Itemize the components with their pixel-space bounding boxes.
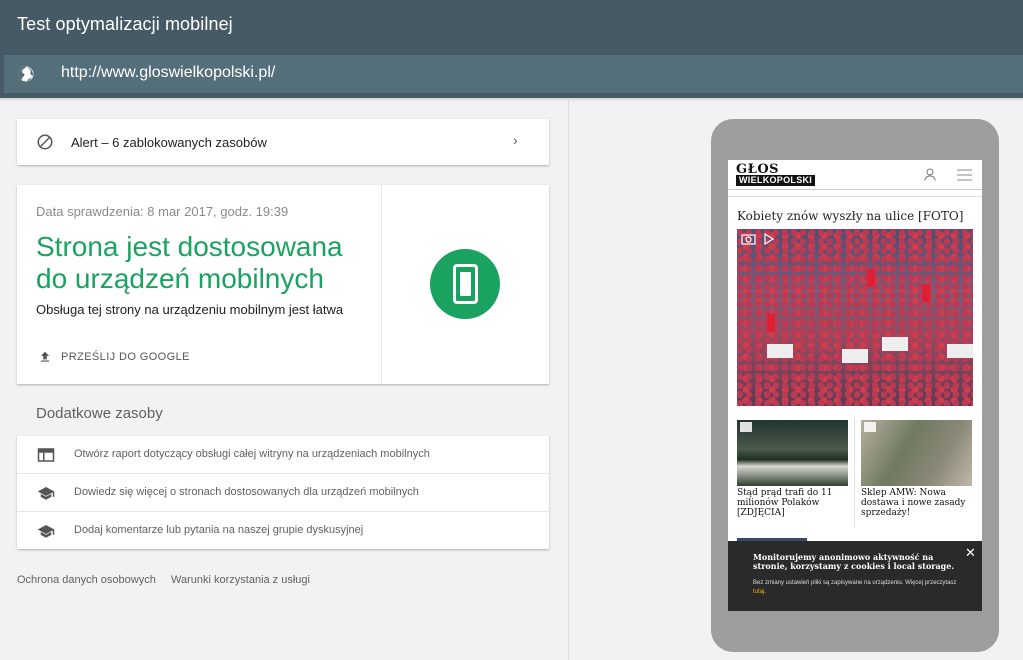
header-divider [728, 196, 982, 197]
pane-divider [568, 100, 569, 660]
app-header: Test optymalizacji mobilnej http://www.g… [0, 0, 1023, 98]
camera-icon [864, 422, 876, 432]
cookie-body: Bez zmiany ustawień pliki są zapisywane … [753, 580, 957, 595]
alert-text: Alert – 6 zablokowanych zasobów [71, 135, 267, 150]
school-icon [37, 487, 55, 500]
school-icon [37, 525, 55, 538]
thumbnail-image [861, 420, 972, 486]
report-icon [37, 448, 55, 462]
cookie-body-text: Bez zmiany ustawień pliki są zapisywane … [753, 580, 957, 586]
user-icon [924, 168, 936, 181]
result-divider [381, 185, 382, 384]
blocked-icon [37, 134, 53, 150]
globe-icon [18, 66, 34, 82]
app-title: Test optymalizacji mobilnej [17, 14, 233, 34]
mobile-friendly-icon [430, 249, 500, 319]
resource-item-report[interactable]: Otwórz raport dotyczący obsługi całej wi… [17, 436, 549, 474]
thumb-caption: Sklep AMW: Nowa dostawa i nowe zasady sp… [861, 488, 966, 518]
site-logo: GŁOS WIELKOPOLSKI [736, 163, 816, 187]
hero-sign [947, 344, 973, 358]
camera-icon [740, 422, 752, 432]
hero-flag [922, 284, 930, 302]
site-header: GŁOS WIELKOPOLSKI [728, 160, 982, 190]
phone-icon [453, 264, 478, 304]
hero-sign [767, 344, 793, 358]
resource-item-learn[interactable]: Dowiedz się więcej o stronach dostosowan… [17, 474, 549, 512]
cookie-banner: Monitorujemy anonimowo aktywność na stro… [728, 541, 982, 611]
resources-list: Otwórz raport dotyczący obsługi całej wi… [17, 436, 549, 549]
article-title: Kobiety znów wyszły na ulice [FOTO] [737, 209, 964, 223]
url-text[interactable]: http://www.gloswielkopolski.pl/ [61, 64, 275, 82]
thumb-caption: Stąd prąd trafi do 11 milionów Polaków [… [737, 488, 833, 518]
close-icon: ✕ [965, 545, 976, 560]
thumbnail-image [737, 420, 848, 486]
phone-screen [460, 272, 471, 296]
result-card: Data sprawdzenia: 8 mar 2017, godz. 19:3… [17, 185, 549, 384]
menu-icon [957, 169, 972, 181]
resource-item-feedback[interactable]: Dodaj komentarze lub pytania na naszej g… [17, 512, 549, 550]
hero-image [737, 229, 973, 406]
submit-to-google-button[interactable]: PRZEŚLIJ DO GOOGLE [61, 351, 190, 363]
camera-play-icon [741, 232, 775, 248]
resource-label[interactable]: Dowiedz się więcej o stronach dostosowan… [74, 486, 419, 498]
logo-bottom: WIELKOPOLSKI [736, 175, 816, 186]
resources-title: Dodatkowe zasoby [36, 405, 163, 422]
terms-link[interactable]: Warunki korzystania z usługi [171, 574, 310, 586]
check-date: Data sprawdzenia: 8 mar 2017, godz. 19:3… [36, 204, 289, 219]
hero-sign [882, 337, 908, 351]
result-heading: Strona jest dostosowana do urządzeń mobi… [36, 231, 343, 294]
resource-label[interactable]: Otwórz raport dotyczący obsługi całej wi… [74, 448, 430, 460]
cookie-link: tutaj [753, 589, 765, 595]
cookie-title: Monitorujemy anonimowo aktywność na stro… [753, 552, 955, 571]
resource-label[interactable]: Dodaj komentarze lub pytania na naszej g… [74, 524, 363, 536]
privacy-link[interactable]: Ochrona danych osobowych [17, 574, 156, 586]
header-shadow [0, 98, 1023, 102]
chevron-right-icon: › [513, 132, 518, 148]
result-subtitle: Obsługa tej strony na urządzeniu mobilny… [36, 302, 344, 317]
blocked-resources-alert[interactable]: Alert – 6 zablokowanych zasobów › [17, 119, 549, 165]
hero-flag [867, 269, 875, 287]
hero-flag [767, 314, 775, 332]
hero-sign [842, 349, 868, 363]
thumbnail-divider [854, 418, 855, 528]
upload-icon [40, 351, 50, 362]
phone-screen-preview: GŁOS WIELKOPOLSKI Kobiety znów wyszły na… [728, 160, 982, 611]
url-bar[interactable]: http://www.gloswielkopolski.pl/ [4, 55, 1023, 93]
